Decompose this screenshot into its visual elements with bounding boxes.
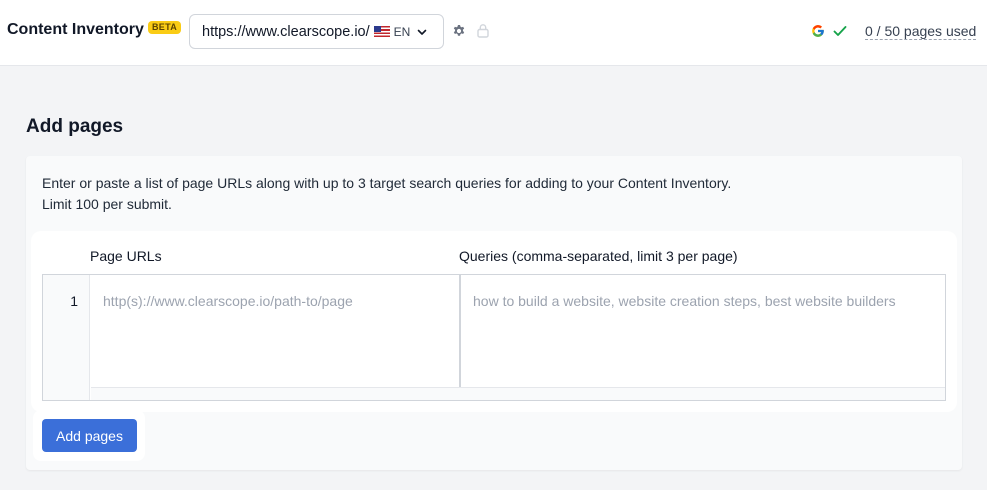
instructions-line: Limit 100 per submit. (42, 196, 172, 212)
add-pages-button[interactable]: Add pages (42, 419, 137, 452)
instructions-line: Enter or paste a list of page URLs along… (42, 175, 732, 191)
chevron-down-icon (418, 29, 427, 35)
page-url-input[interactable] (91, 275, 459, 387)
grid-footer (91, 387, 945, 400)
column-header-page-urls: Page URLs (90, 248, 162, 264)
google-icon (812, 25, 824, 37)
top-bar: Content Inventory BETA https://www.clear… (0, 0, 987, 66)
instructions: Enter or paste a list of page URLs along… (42, 173, 731, 215)
beta-badge: BETA (148, 21, 182, 34)
language-code: EN (393, 24, 411, 39)
input-grid: 1 (42, 274, 946, 401)
row-number-gutter: 1 (43, 275, 90, 400)
domain-selector[interactable]: https://www.clearscope.io/ EN (189, 14, 444, 49)
row-number: 1 (70, 293, 78, 309)
lock-icon (477, 24, 489, 38)
us-flag-icon (373, 26, 390, 37)
page-title: Add pages (26, 116, 124, 137)
domain-url: https://www.clearscope.io/ (202, 23, 370, 40)
column-header-queries: Queries (comma-separated, limit 3 per pa… (459, 248, 738, 264)
pages-used-counter[interactable]: 0 / 50 pages used (865, 23, 977, 40)
check-icon (833, 26, 847, 36)
gear-icon[interactable] (452, 24, 466, 38)
queries-input[interactable] (461, 275, 945, 387)
app-title: Content Inventory (7, 21, 144, 38)
